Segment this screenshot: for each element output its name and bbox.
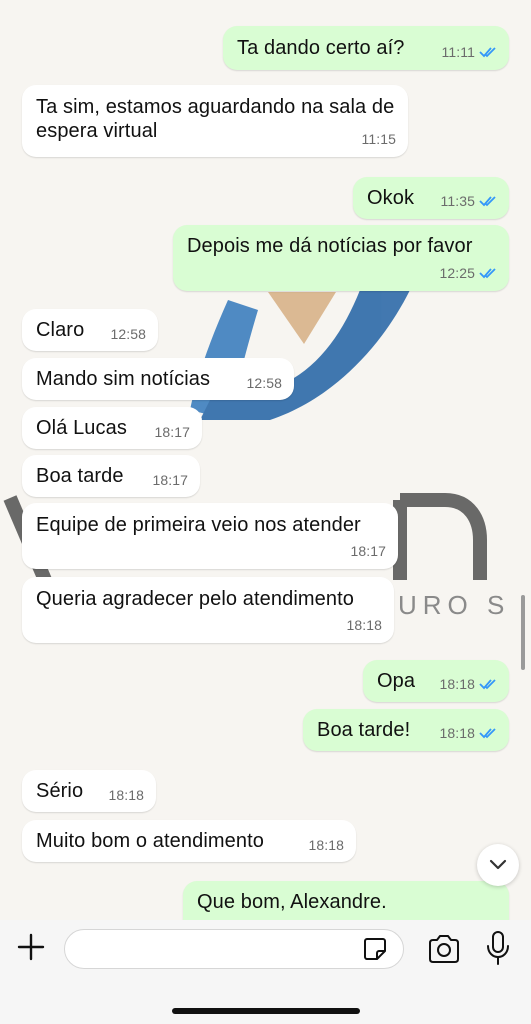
message-text: Opa xyxy=(377,670,416,692)
message-list[interactable]: Ta dando certo aí? 11:11 Ta sim, estamos… xyxy=(0,0,531,941)
message-meta: 18:17 xyxy=(350,539,386,563)
message-text: Okok xyxy=(367,187,415,209)
double-check-icon xyxy=(479,47,496,58)
message-text: Boa tarde! xyxy=(317,719,411,741)
message-meta: 18:17 xyxy=(154,420,190,444)
message-time: 18:18 xyxy=(439,676,475,692)
message-meta: 12:58 xyxy=(246,371,282,395)
message-time: 12:58 xyxy=(246,375,282,391)
message-text: Que bom, Alexandre. xyxy=(197,891,387,913)
message-incoming[interactable]: Sério 18:18 xyxy=(22,770,156,812)
double-check-icon xyxy=(479,679,496,690)
message-meta: 18:18 xyxy=(308,833,344,857)
message-outgoing[interactable]: Depois me dá notícias por favor 12:25 xyxy=(173,225,509,291)
message-time: 11:15 xyxy=(361,131,396,147)
scroll-to-bottom-button[interactable] xyxy=(477,844,519,886)
message-time: 18:18 xyxy=(308,837,344,853)
sticker-icon[interactable] xyxy=(362,936,388,962)
message-meta: 18:17 xyxy=(152,468,188,492)
message-text: Boa tarde xyxy=(36,465,124,487)
message-meta: 11:15 xyxy=(362,127,397,151)
message-incoming[interactable]: Olá Lucas 18:17 xyxy=(22,407,202,449)
home-indicator[interactable] xyxy=(172,1008,360,1014)
scrollbar[interactable] xyxy=(521,595,525,670)
message-outgoing[interactable]: Opa 18:18 xyxy=(363,660,509,702)
double-check-icon xyxy=(479,196,496,207)
message-text: Mando sim notícias xyxy=(36,368,211,390)
message-time: 11:11 xyxy=(441,44,475,60)
message-input[interactable] xyxy=(64,929,404,969)
message-incoming[interactable]: Boa tarde 18:17 xyxy=(22,455,200,497)
message-text: Sério xyxy=(36,780,84,802)
message-meta: 12:58 xyxy=(110,322,146,346)
message-text: Muito bom o atendimento xyxy=(36,830,264,852)
double-check-icon xyxy=(479,268,496,279)
message-incoming[interactable]: Claro 12:58 xyxy=(22,309,158,351)
message-time: 18:17 xyxy=(152,472,188,488)
message-incoming[interactable]: Muito bom o atendimento 18:18 xyxy=(22,820,356,862)
message-time: 11:35 xyxy=(440,193,475,209)
message-incoming[interactable]: Queria agradecer pelo atendimento 18:18 xyxy=(22,577,394,643)
message-time: 18:17 xyxy=(350,543,386,559)
double-check-icon xyxy=(479,728,496,739)
message-meta: 18:18 xyxy=(346,613,382,637)
message-meta: 18:18 xyxy=(108,783,144,807)
message-time: 12:25 xyxy=(439,265,475,281)
message-meta: 11:11 xyxy=(442,40,497,64)
message-time: 18:18 xyxy=(346,617,382,633)
message-time: 18:18 xyxy=(439,725,475,741)
plus-icon[interactable] xyxy=(16,932,46,962)
message-text: Olá Lucas xyxy=(36,417,127,439)
message-meta: 12:25 xyxy=(439,261,497,285)
message-incoming[interactable]: Ta sim, estamos aguardando na sala de es… xyxy=(22,85,408,157)
chevron-down-icon xyxy=(489,859,507,870)
microphone-icon[interactable] xyxy=(485,930,511,966)
message-meta: 18:18 xyxy=(439,672,497,696)
message-meta: 11:35 xyxy=(441,189,498,213)
message-text: Ta sim, estamos aguardando na sala de es… xyxy=(36,96,395,142)
message-meta: 18:18 xyxy=(439,721,497,745)
message-incoming[interactable]: Mando sim notícias 12:58 xyxy=(22,358,294,400)
message-time: 12:58 xyxy=(110,326,146,342)
message-outgoing[interactable]: Boa tarde! 18:18 xyxy=(303,709,509,751)
message-text: Claro xyxy=(36,319,85,341)
message-incoming[interactable]: Equipe de primeira veio nos atender 18:1… xyxy=(22,503,398,569)
message-outgoing[interactable]: Okok 11:35 xyxy=(353,177,509,219)
message-outgoing[interactable]: Ta dando certo aí? 11:11 xyxy=(223,26,509,70)
message-time: 18:17 xyxy=(154,424,190,440)
message-text: Equipe de primeira veio nos atender xyxy=(36,514,361,536)
message-text: Queria agradecer pelo atendimento xyxy=(36,588,354,610)
camera-icon[interactable] xyxy=(427,934,461,964)
message-time: 18:18 xyxy=(108,787,144,803)
message-text: Ta dando certo aí? xyxy=(237,37,405,59)
message-text: Depois me dá notícias por favor xyxy=(187,235,473,257)
